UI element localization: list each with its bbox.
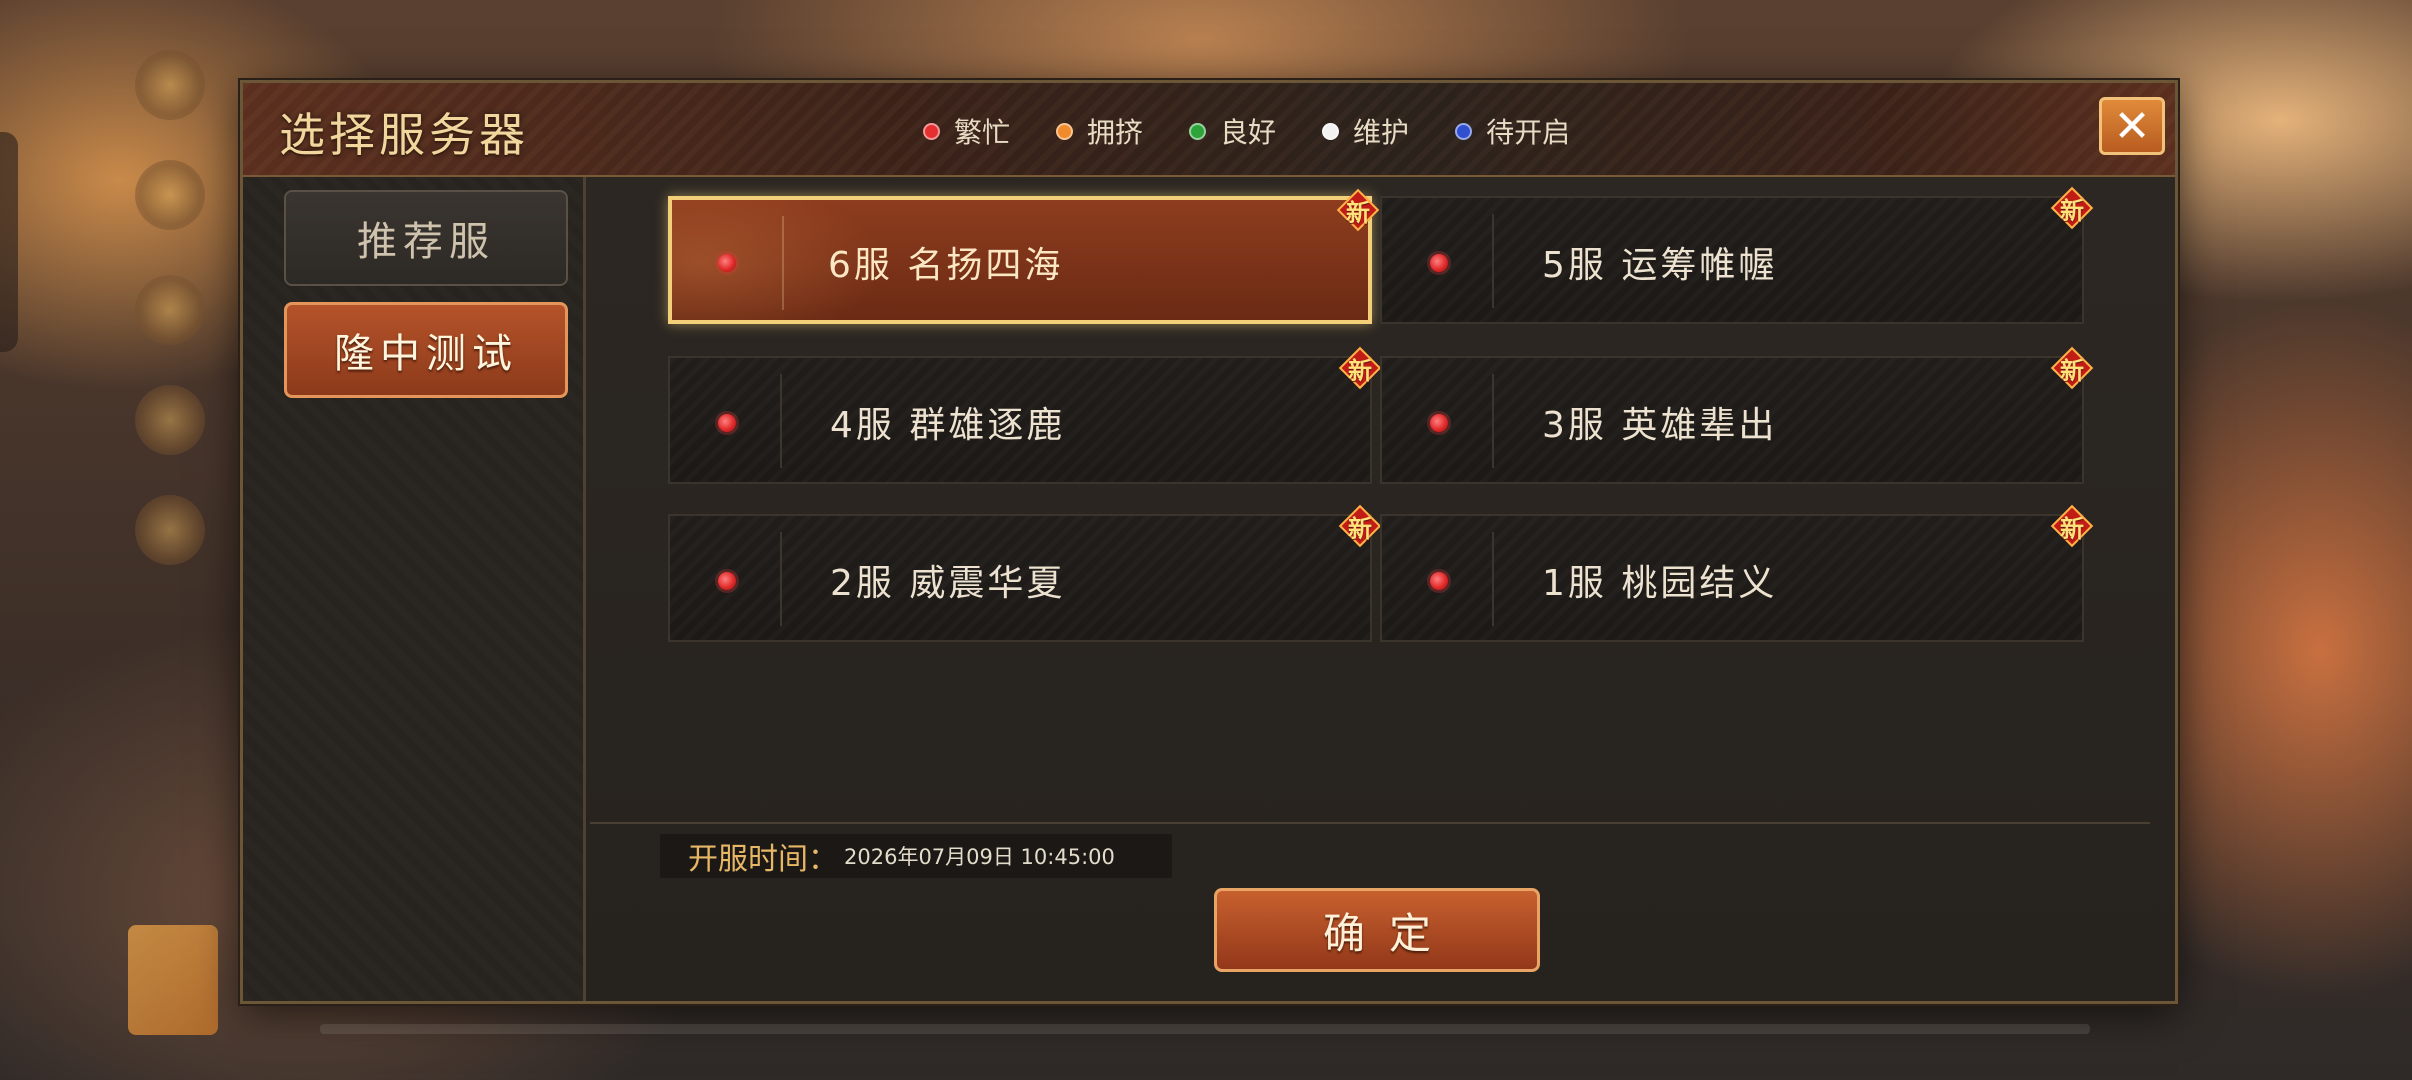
background-icon bbox=[135, 275, 205, 345]
background-icon bbox=[135, 385, 205, 455]
server-card[interactable]: 2服 威震华夏 新 bbox=[668, 514, 1372, 642]
new-badge: 新 bbox=[2052, 188, 2092, 228]
server-card[interactable]: 5服 运筹帷幄 新 bbox=[1380, 196, 2084, 324]
status-dot-icon bbox=[1056, 122, 1074, 140]
sidebar-item-label: 隆中测试 bbox=[334, 331, 518, 377]
server-card[interactable]: 3服 英雄辈出 新 bbox=[1380, 356, 2084, 484]
legend-item-good: 良好 bbox=[1189, 111, 1276, 151]
status-dot-icon bbox=[923, 122, 940, 140]
server-card[interactable]: 4服 群雄逐鹿 新 bbox=[668, 356, 1372, 484]
status-busy-icon bbox=[1430, 254, 1448, 272]
footer-divider bbox=[590, 822, 2150, 824]
card-divider bbox=[780, 532, 782, 626]
legend-item-pending: 待开启 bbox=[1455, 111, 1570, 151]
legend-label: 拥挤 bbox=[1087, 116, 1144, 149]
new-badge: 新 bbox=[1338, 190, 1378, 230]
new-badge-label: 新 bbox=[2060, 514, 2084, 543]
card-divider bbox=[1492, 374, 1494, 468]
card-divider bbox=[1492, 214, 1494, 308]
new-badge-label: 新 bbox=[1348, 514, 1372, 543]
legend-item-crowded: 拥挤 bbox=[1056, 111, 1143, 151]
new-badge-label: 新 bbox=[1348, 356, 1372, 385]
legend-item-maintenance: 维护 bbox=[1322, 111, 1409, 151]
server-group-sidebar bbox=[243, 177, 586, 1001]
status-busy-icon bbox=[718, 254, 736, 272]
new-badge-label: 新 bbox=[2060, 196, 2084, 225]
background-icon bbox=[135, 50, 205, 120]
card-divider bbox=[1492, 532, 1494, 626]
close-icon: ✕ bbox=[2113, 100, 2151, 152]
server-name: 3服 英雄辈出 bbox=[1542, 405, 1778, 446]
close-button[interactable]: ✕ bbox=[2099, 97, 2165, 155]
background-icon bbox=[135, 495, 205, 565]
server-name: 1服 桃园结义 bbox=[1542, 563, 1778, 604]
open-time-label: 开服时间： bbox=[688, 842, 838, 877]
status-busy-icon bbox=[1430, 572, 1448, 590]
background-footer-text bbox=[320, 1024, 2090, 1034]
legend-label: 良好 bbox=[1220, 116, 1277, 149]
confirm-label: 确定 bbox=[1322, 908, 1455, 958]
background-icon bbox=[135, 160, 205, 230]
confirm-button[interactable]: 确定 bbox=[1214, 888, 1540, 972]
legend-item-busy: 繁忙 bbox=[923, 111, 1010, 151]
new-badge: 新 bbox=[2052, 506, 2092, 546]
sidebar-item-longzhong-test[interactable]: 隆中测试 bbox=[284, 302, 568, 398]
new-badge: 新 bbox=[2052, 348, 2092, 388]
status-dot-icon bbox=[1189, 122, 1207, 140]
server-name: 4服 群雄逐鹿 bbox=[830, 405, 1066, 446]
server-card[interactable]: 1服 桃园结义 新 bbox=[1380, 514, 2084, 642]
sidebar-item-recommended[interactable]: 推荐服 bbox=[284, 190, 568, 286]
legend-label: 繁忙 bbox=[954, 116, 1011, 149]
status-busy-icon bbox=[718, 414, 736, 432]
server-name: 6服 名扬四海 bbox=[828, 245, 1064, 286]
status-legend: 繁忙 拥挤 良好 维护 待开启 bbox=[923, 109, 1570, 153]
card-divider bbox=[782, 216, 784, 310]
title-bar: 选择服务器 繁忙 拥挤 良好 维护 待开启 ✕ bbox=[243, 83, 2175, 177]
card-divider bbox=[780, 374, 782, 468]
status-busy-icon bbox=[718, 572, 736, 590]
open-time-panel: 开服时间： 2026年07月09日 10:45:00 bbox=[660, 834, 1172, 878]
edge-tab bbox=[0, 132, 18, 352]
new-badge-label: 新 bbox=[2060, 356, 2084, 385]
open-time-value: 2026年07月09日 10:45:00 bbox=[844, 845, 1115, 869]
new-badge: 新 bbox=[1340, 506, 1380, 546]
status-busy-icon bbox=[1430, 414, 1448, 432]
background-thumbnail bbox=[128, 925, 218, 1035]
legend-label: 维护 bbox=[1353, 116, 1410, 149]
dialog-title: 选择服务器 bbox=[279, 108, 529, 162]
server-name: 5服 运筹帷幄 bbox=[1542, 245, 1778, 286]
status-dot-icon bbox=[1455, 122, 1473, 140]
status-dot-icon bbox=[1322, 122, 1340, 140]
server-name: 2服 威震华夏 bbox=[830, 563, 1066, 604]
server-card[interactable]: 6服 名扬四海 新 bbox=[668, 196, 1372, 324]
new-badge-label: 新 bbox=[1346, 198, 1370, 227]
new-badge: 新 bbox=[1340, 348, 1380, 388]
legend-label: 待开启 bbox=[1486, 116, 1571, 149]
sidebar-item-label: 推荐服 bbox=[357, 219, 495, 265]
